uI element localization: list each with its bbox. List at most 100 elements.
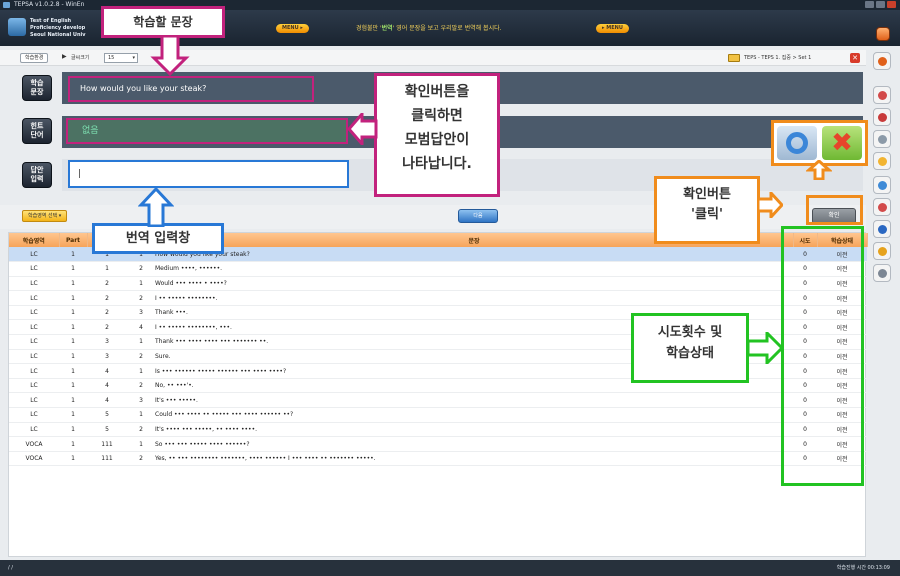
rail-note-icon[interactable] <box>873 130 891 148</box>
callout-click: 확인버튼 '클릭' <box>654 176 760 244</box>
cell-sub: 3 <box>127 305 155 321</box>
status-bar: / / 학습진행 시간 00:13:09 <box>0 560 900 576</box>
table-row[interactable]: LC 1 4 3 It's ••• •••••. 0 이전 <box>9 392 867 409</box>
attempts-callout-arrow <box>747 332 783 364</box>
cell-num: 5 <box>87 407 127 423</box>
cell-area: LC <box>9 392 59 409</box>
rail-help-icon[interactable] <box>873 220 891 238</box>
cell-area: VOCA <box>9 451 59 467</box>
next-button[interactable]: 다음 <box>458 209 498 223</box>
logo-mark <box>8 18 26 36</box>
hint-field: 없음 <box>66 118 348 144</box>
table-row[interactable]: LC 1 5 1 Could ••• •••• •• ••••• ••• •••• ••… <box>9 407 867 423</box>
cell-sub: 1 <box>127 407 155 423</box>
maximize-button[interactable] <box>876 1 885 8</box>
study-mode-button[interactable]: 학습환경 <box>20 53 49 63</box>
cell-part: 1 <box>59 290 87 306</box>
notice-text: 경험불만 '번역' 영어 문장을 보고 우리말로 번역해 봅시다. <box>356 25 502 33</box>
cell-sentence: How would you like your steak? <box>155 247 793 263</box>
cell-sub: 3 <box>127 392 155 409</box>
cell-sub: 4 <box>127 319 155 336</box>
label-line: 힌트 <box>30 122 44 130</box>
rail-home-icon[interactable] <box>873 52 891 70</box>
rail-chart-icon[interactable] <box>873 108 891 126</box>
rail-people-icon[interactable] <box>873 198 891 216</box>
rail-list-icon[interactable] <box>873 86 891 104</box>
translation-input[interactable]: | <box>68 160 349 188</box>
nav-bar: 학습환경 ▶ 글씨크기 15 ▾ TEPS - TEPS 1. 집중 > Set … <box>0 50 866 66</box>
cell-part: 1 <box>59 392 87 409</box>
cell-num: 4 <box>87 392 127 409</box>
table-row[interactable]: LC 1 5 2 It's •••• ••• •••••, •• •••• ••••. 0… <box>9 422 867 438</box>
cell-num: 4 <box>87 363 127 379</box>
cell-sub: 2 <box>127 349 155 365</box>
logo-line: Proficiency develop <box>30 25 86 31</box>
rail-pencil-icon[interactable] <box>873 242 891 260</box>
table-row[interactable]: LC 1 1 2 Medium ••••, ••••••. 0 이전 <box>9 261 867 277</box>
cell-sentence: So ••• ••• ••••• •••• ••••••? <box>155 436 793 452</box>
cell-num: 4 <box>87 378 127 394</box>
nav-arrow-icon: ▶ <box>62 53 67 60</box>
cell-num: 5 <box>87 422 127 438</box>
table-row[interactable]: LC 1 2 2 I •• ••••• ••••••••. 0 이전 <box>9 290 867 306</box>
cell-part: 1 <box>59 451 87 467</box>
callout-line: 확인버튼 <box>683 187 731 202</box>
notice-prefix: 경험불만 ' <box>356 25 382 32</box>
close-window-button[interactable] <box>887 1 896 8</box>
home-icon[interactable] <box>876 27 890 41</box>
callout-line: 학습상태 <box>666 346 714 361</box>
col-area[interactable]: 학습영역 <box>9 233 60 247</box>
cell-area: LC <box>9 261 59 277</box>
callout-confirm-answer: 확인버튼을 클릭하면 모범답안이 나타납니다. <box>374 73 500 197</box>
wrong-x-icon[interactable]: ✖ <box>822 126 862 160</box>
cell-part: 1 <box>59 407 87 423</box>
callout-sentence: 학습할 문장 <box>101 6 225 38</box>
window-title: TEPSA v1.0.2.8 - WinEn <box>14 1 85 8</box>
menu-right-button[interactable]: ▸ MENU <box>596 24 629 33</box>
rail-star-icon[interactable] <box>873 152 891 170</box>
answer-label: 답안 입력 <box>22 162 52 188</box>
rail-graph-icon[interactable] <box>873 176 891 194</box>
sentence-field: How would you like your steak? <box>68 76 314 102</box>
cell-part: 1 <box>59 305 87 321</box>
rail-print-icon[interactable] <box>873 264 891 282</box>
cell-sentence: Yes, •• ••• •••••••• •••••••, •••• •••••… <box>155 451 793 467</box>
cell-area: VOCA <box>9 436 59 452</box>
label-line: 답안 <box>30 166 44 174</box>
callout-line: 나타납니다. <box>402 156 472 172</box>
cell-sentence: Would ••• •••• • ••••? <box>155 276 793 292</box>
logo-line: Test of English <box>30 18 72 24</box>
sentence-label: 학습 문장 <box>22 75 52 101</box>
label-line: 학습 <box>30 79 44 87</box>
label-line: 입력 <box>30 175 44 183</box>
cell-sub: 1 <box>127 436 155 452</box>
table-row[interactable]: VOCA 1 111 1 So ••• ••• ••••• •••• ••••••? 0 이… <box>9 436 867 452</box>
input-callout-arrow <box>138 187 174 227</box>
tool-rail <box>871 52 893 302</box>
cell-sub: 2 <box>127 451 155 467</box>
chevron-down-icon: ▾ <box>132 55 135 61</box>
cell-sentence: Could ••• •••• •• ••••• ••• •••• •••••• … <box>155 407 793 423</box>
callout-line: 클릭하면 <box>411 108 463 124</box>
menu-left-button[interactable]: MENU ▸ <box>276 24 309 33</box>
logo-line: Seoul National Univ <box>30 32 86 38</box>
app-window: TEPSA v1.0.2.8 - WinEn Test of English P… <box>0 0 900 576</box>
logo: Test of English Proficiency develop Seou… <box>8 16 92 40</box>
cell-area: LC <box>9 290 59 306</box>
cell-area: LC <box>9 378 59 394</box>
col-part[interactable]: Part <box>59 233 88 247</box>
font-size-select[interactable]: 15 ▾ <box>104 53 138 63</box>
breadcrumb: TEPS - TEPS 1. 집중 > Set 1 <box>744 55 812 61</box>
cell-sub: 1 <box>127 363 155 379</box>
cell-num: 3 <box>87 334 127 350</box>
study-area-select[interactable]: 학습영역 선택 ▾ <box>22 210 68 222</box>
table-row[interactable]: VOCA 1 111 2 Yes, •• ••• •••••••• •••••••, •… <box>9 451 867 467</box>
cell-sentence: Medium ••••, ••••••. <box>155 261 793 277</box>
cell-num: 3 <box>87 349 127 365</box>
cell-part: 1 <box>59 276 87 292</box>
close-icon[interactable]: ✕ <box>850 53 860 63</box>
table-row[interactable]: LC 1 2 1 Would ••• •••• • ••••? 0 이전 <box>9 276 867 292</box>
callout-attempts: 시도횟수 및 학습상태 <box>631 313 749 383</box>
minimize-button[interactable] <box>865 1 874 8</box>
correct-circle-icon[interactable] <box>777 126 817 160</box>
